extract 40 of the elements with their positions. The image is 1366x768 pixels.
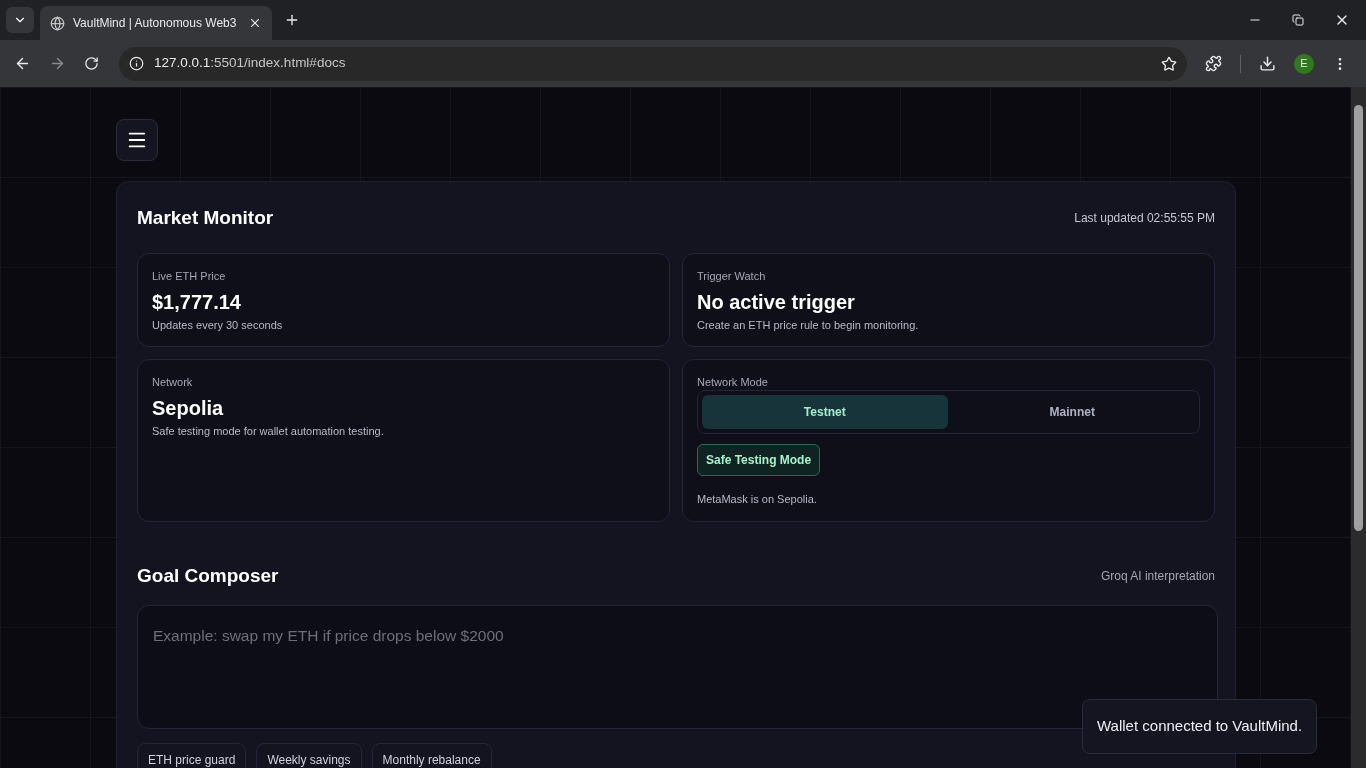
preset-chip[interactable]: ETH price guard: [137, 742, 247, 768]
card-value: No active trigger: [697, 289, 856, 315]
caption-text: Groq AI interpretation: [1100, 568, 1215, 586]
section-title: Market Monitor: [137, 206, 274, 230]
close-tab-icon[interactable]: [248, 16, 262, 30]
address-bar[interactable]: 127.0.0.1:5501/index.html#docs: [119, 46, 1187, 81]
tab-list-button[interactable]: [6, 7, 34, 33]
card-value: Sepolia: [152, 395, 225, 421]
reload-icon[interactable]: [84, 56, 99, 71]
card-note: Updates every 30 seconds: [152, 317, 284, 332]
card-note: MetaMask is on Sepolia.: [697, 491, 818, 507]
status-badge: Safe Testing Mode: [697, 443, 821, 476]
restore-icon[interactable]: [1292, 14, 1304, 26]
menu-button[interactable]: [116, 119, 158, 161]
forward-icon[interactable]: [49, 55, 66, 72]
profile-avatar[interactable]: E: [1294, 53, 1314, 74]
preset-chip[interactable]: Monthly rebalance: [371, 742, 492, 768]
last-updated-text: Last updated 02:55:55 PM: [1074, 210, 1215, 228]
card-label: Network: [152, 374, 194, 389]
mode-option[interactable]: Mainnet: [949, 394, 1195, 429]
toast-notification: Wallet connected to VaultMind.: [1082, 699, 1318, 754]
card-label: Live ETH Price: [152, 268, 227, 283]
tab-title: VaultMind | Autonomous Web3: [73, 15, 238, 32]
site-info-icon[interactable]: [129, 56, 144, 71]
section-title: Goal Composer: [137, 564, 279, 588]
bookmark-star-icon[interactable]: [1161, 55, 1177, 72]
card-note: Safe testing mode for wallet automation testing.: [152, 423, 385, 438]
url-text: 127.0.0.1:5501/index.html#docs: [154, 54, 346, 73]
preset-chip[interactable]: Weekly savings: [256, 742, 362, 768]
card-label: Network Mode: [697, 374, 769, 389]
browser-tab[interactable]: VaultMind | Autonomous Web3: [40, 6, 272, 40]
globe-icon: [50, 15, 65, 31]
download-icon[interactable]: [1259, 55, 1276, 72]
extensions-icon[interactable]: [1205, 55, 1222, 72]
back-icon[interactable]: [14, 55, 31, 72]
card-value: $1,777.14: [152, 289, 242, 315]
card-note: Create an ETH price rule to begin monitoring.: [697, 317, 920, 332]
new-tab-icon[interactable]: [284, 12, 300, 28]
card-label: Trigger Watch: [697, 268, 767, 283]
mode-option[interactable]: Testnet: [702, 394, 948, 429]
